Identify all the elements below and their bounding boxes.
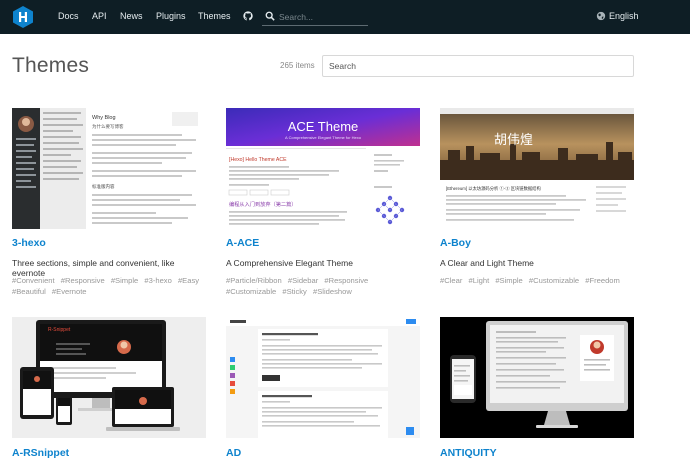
theme-preview-ad[interactable] xyxy=(226,317,420,438)
language-selector[interactable]: English xyxy=(609,11,639,21)
theme-tag[interactable]: #Easy xyxy=(178,276,199,285)
header-search-placeholder: Search... xyxy=(279,12,314,22)
theme-tag[interactable]: #Particle/Ribbon xyxy=(226,276,282,285)
theme-tag[interactable]: #Freedom xyxy=(585,276,620,285)
nav-docs[interactable]: Docs xyxy=(58,11,79,21)
hexo-logo-icon[interactable] xyxy=(11,5,35,29)
theme-tag[interactable]: #Evernote xyxy=(52,287,87,296)
preview-3hexo-heading: Why Blog xyxy=(92,115,116,121)
page-title: Themes xyxy=(12,54,90,77)
theme-search-input[interactable] xyxy=(323,56,633,76)
preview-ace-post2-title: 编程从入门到放弃（第二篇） xyxy=(229,200,296,208)
theme-name[interactable]: A-ACE xyxy=(226,237,259,249)
theme-tags: #Clear #Light #Simple #Customizable #Fre… xyxy=(440,275,634,286)
nav-plugins[interactable]: Plugins xyxy=(156,11,186,21)
theme-tag[interactable]: #Clear xyxy=(440,276,462,285)
theme-tag[interactable]: #Beautiful xyxy=(12,287,46,296)
theme-name[interactable]: 3-hexo xyxy=(12,237,46,249)
nav-api[interactable]: API xyxy=(92,11,107,21)
nav-news[interactable]: News xyxy=(120,11,143,21)
preview-ace-title: ACE Theme xyxy=(288,119,359,134)
preview-aboy-hero-title: 胡伟煌 xyxy=(494,132,533,147)
theme-tag[interactable]: #3-hexo xyxy=(144,276,171,285)
globe-icon xyxy=(596,11,606,21)
theme-tag[interactable]: #Simple xyxy=(111,276,138,285)
theme-tag[interactable]: #Slideshow xyxy=(313,287,352,296)
preview-aboy-post-title: [Ethereum] 以太坊源码分析 ①-② 区块链数据结构 xyxy=(446,185,541,192)
theme-tags: #Convenient #Responsive #Simple #3-hexo … xyxy=(12,275,206,297)
theme-tag[interactable]: #Customizable xyxy=(529,276,579,285)
theme-name[interactable]: AD xyxy=(226,447,241,458)
theme-tag[interactable]: #Light xyxy=(469,276,490,285)
preview-ace-subtitle: A Comprehensive Elegant Theme for Hexo xyxy=(285,135,362,140)
preview-rsnippet-logo: R-Snippet xyxy=(48,327,71,333)
theme-description: A Comprehensive Elegant Theme xyxy=(226,258,353,268)
theme-tag[interactable]: #Convenient xyxy=(12,276,55,285)
theme-description: A Clear and Light Theme xyxy=(440,258,534,268)
theme-tag[interactable]: #Simple xyxy=(495,276,522,285)
nav-themes[interactable]: Themes xyxy=(198,11,231,21)
theme-preview-a-ace[interactable]: ACE Theme A Comprehensive Elegant Theme … xyxy=(226,108,420,229)
header-search[interactable]: Search... xyxy=(262,8,368,26)
preview-3hexo-section: 标准版内容 xyxy=(92,183,115,190)
theme-tag[interactable]: #Responsive xyxy=(61,276,105,285)
search-icon xyxy=(265,11,275,21)
preview-ace-post-title: [Hexo] Hello Theme ACE xyxy=(229,157,287,163)
theme-tags: #Particle/Ribbon #Sidebar #Responsive #C… xyxy=(226,275,420,297)
github-icon[interactable] xyxy=(243,11,253,21)
top-navbar: Docs API News Plugins Themes Search... E… xyxy=(0,0,690,34)
preview-3hexo-subheading: 为什么要写博客 xyxy=(92,123,124,130)
theme-name[interactable]: A-RSnippet xyxy=(12,447,69,458)
theme-name[interactable]: ANTIQUITY xyxy=(440,447,497,458)
theme-tag[interactable]: #Sidebar xyxy=(288,276,318,285)
theme-preview-3-hexo[interactable]: Why Blog 为什么要写博客 标准版内容 xyxy=(12,108,206,229)
theme-preview-a-boy[interactable]: 胡伟煌 [Ethereum] 以太坊源码分析 ①-② 区块链数据结构 xyxy=(440,108,634,229)
theme-tag[interactable]: #Sticky xyxy=(282,287,306,296)
theme-tag[interactable]: #Responsive xyxy=(324,276,368,285)
theme-tag[interactable]: #Customizable xyxy=(226,287,276,296)
theme-preview-a-rsnippet[interactable]: R-Snippet xyxy=(12,317,206,438)
theme-preview-antiquity[interactable] xyxy=(440,317,634,438)
theme-count: 265 items xyxy=(280,61,315,70)
theme-name[interactable]: A-Boy xyxy=(440,237,471,249)
theme-search-box[interactable] xyxy=(322,55,634,77)
